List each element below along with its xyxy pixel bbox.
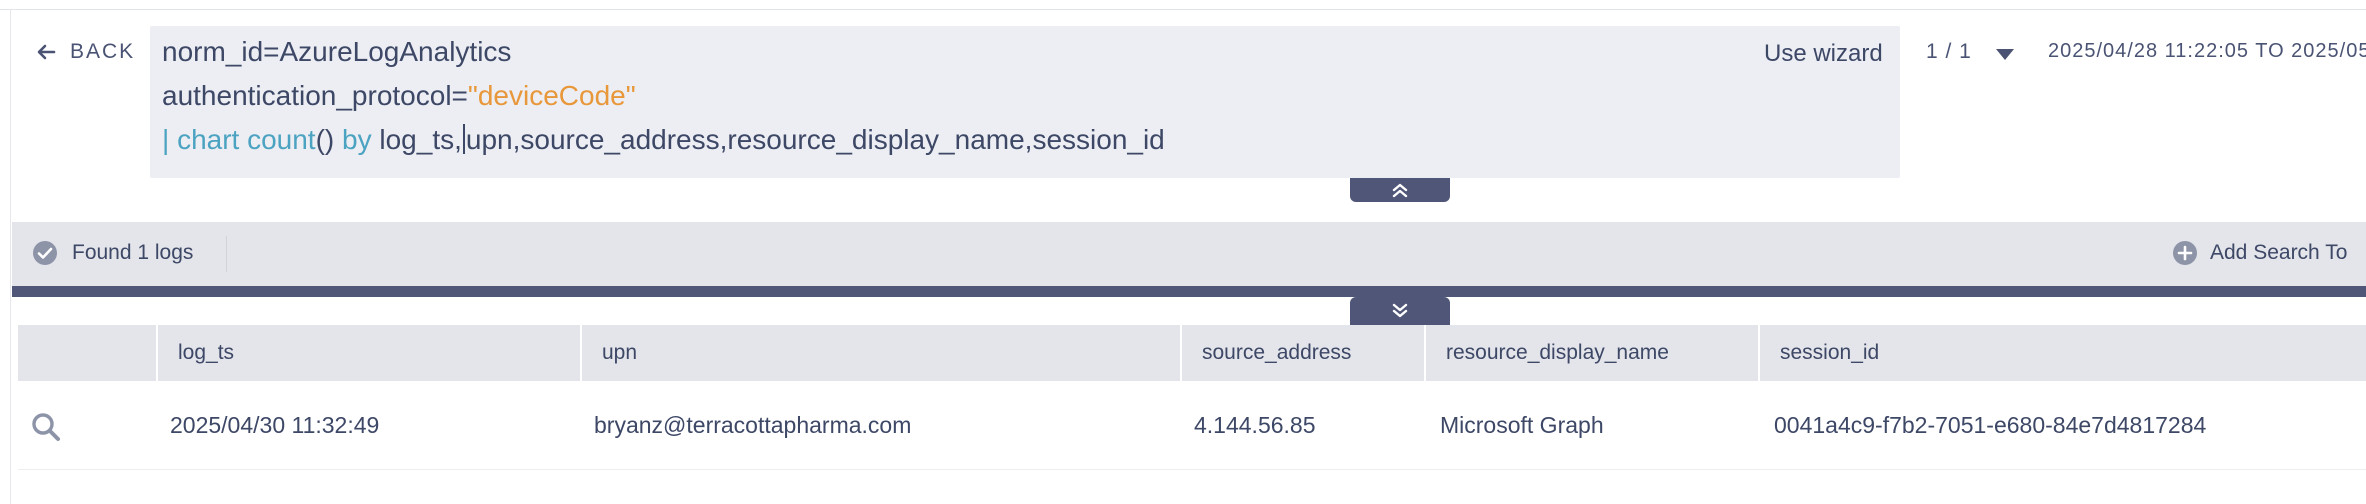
add-search-label: Add Search To — [2210, 241, 2348, 264]
query-editor[interactable]: norm_id=AzureLogAnalytics authentication… — [150, 26, 1900, 178]
column-header-log-ts[interactable]: log_ts — [156, 325, 580, 381]
query-command: chart count — [177, 124, 316, 155]
query-text: norm_id=AzureLogAnalytics — [162, 36, 512, 67]
column-header-resource-display-name[interactable]: resource_display_name — [1424, 325, 1758, 381]
found-logs-label: Found 1 logs — [72, 241, 194, 264]
query-key: authentication_protocol= — [162, 80, 468, 111]
panel-separator — [12, 286, 2366, 297]
query-fields-b: upn,source_address,resource_display_name… — [465, 124, 1165, 155]
query-line-1: norm_id=AzureLogAnalytics — [162, 36, 511, 68]
cell-log-ts: 2025/04/30 11:32:49 — [170, 412, 380, 438]
pager-count: 1 / 1 — [1926, 40, 1972, 63]
query-pipe: | — [162, 124, 178, 155]
add-search-to-button[interactable]: Add Search To — [2172, 240, 2347, 266]
arrow-left-icon — [37, 44, 56, 60]
query-line-3: | chart count() by log_ts, upn,source_add… — [162, 124, 1165, 156]
results-status-bar: Found 1 logs Add Search To — [12, 222, 2366, 286]
column-header-session-id[interactable]: session_id — [1758, 325, 2366, 381]
caret-down-icon[interactable] — [1994, 46, 2016, 62]
expand-results-button[interactable] — [1350, 297, 1450, 325]
column-header-source-address[interactable]: source_address — [1180, 325, 1424, 381]
cell-session-id: 0041a4c9-f7b2-7051-e680-84e7d4817284 — [1774, 412, 2207, 438]
query-line-2: authentication_protocol="deviceCode" — [162, 80, 636, 112]
date-range[interactable]: 2025/04/28 11:22:05 TO 2025/05 — [2048, 40, 2366, 63]
table-row[interactable]: 2025/04/30 11:32:49 bryanz@terracottapha… — [18, 381, 2366, 470]
query-by-keyword: by — [342, 124, 372, 155]
query-parens: () — [315, 124, 343, 155]
column-header-upn[interactable]: upn — [580, 325, 1180, 381]
search-icon[interactable] — [30, 411, 62, 443]
text-cursor — [462, 124, 465, 154]
status-divider — [226, 236, 227, 272]
cell-resource-display-name: Microsoft Graph — [1440, 412, 1604, 438]
back-label: BACK — [70, 40, 136, 63]
query-string-value: "deviceCode" — [467, 80, 636, 111]
cell-upn: bryanz@terracottapharma.com — [594, 412, 912, 438]
query-fields-a: log_ts, — [371, 124, 462, 155]
collapse-query-button[interactable] — [1350, 178, 1450, 202]
left-border — [10, 9, 11, 504]
double-chevron-down-icon — [1392, 303, 1408, 318]
cell-source-address: 4.144.56.85 — [1194, 412, 1316, 438]
back-button[interactable]: BACK — [36, 40, 135, 64]
found-logs: Found 1 logs — [32, 240, 193, 266]
use-wizard-button[interactable]: Use wizard — [1764, 40, 1883, 68]
plus-circle-icon — [2173, 241, 2197, 265]
double-chevron-up-icon — [1392, 183, 1408, 198]
table-header: log_ts upn source_address resource_displ… — [18, 325, 2366, 381]
check-circle-icon — [33, 241, 57, 265]
top-border — [0, 0, 2366, 10]
